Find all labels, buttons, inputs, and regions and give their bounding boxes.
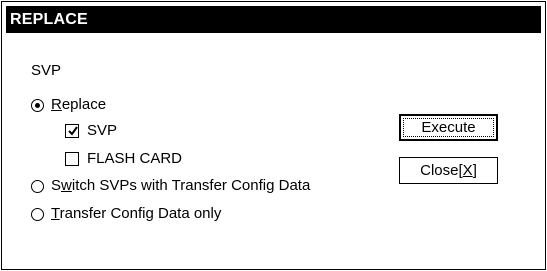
flash-card-checkbox-label: FLASH CARD [87, 150, 183, 167]
replace-radio-button[interactable] [31, 98, 44, 112]
switch-svps-radio-option[interactable]: Switch SVPs with Transfer Config Data [31, 177, 310, 195]
close-bracket-close: ] [472, 162, 477, 179]
close-label-text: Close [420, 162, 459, 179]
transfer-only-label-rest: ransfer Config Data only [59, 205, 222, 222]
close-button-label: Close[X] [420, 162, 477, 179]
dialog-title: REPLACE [6, 6, 541, 33]
replace-radio-option[interactable]: Replace [31, 96, 106, 114]
execute-button-label: Execute [421, 119, 476, 136]
close-accel-key: X [462, 162, 473, 179]
flash-card-checkbox[interactable] [65, 152, 79, 166]
svp-checkbox-label: SVP [87, 122, 118, 139]
flash-card-checkbox-option[interactable]: FLASH CARD [65, 150, 182, 168]
transfer-only-radio-button[interactable] [31, 207, 44, 221]
replace-label-rest: eplace [61, 96, 107, 113]
execute-button[interactable]: Execute [399, 114, 498, 141]
switch-svps-accel-key: w [61, 177, 72, 194]
switch-svps-radio-label: Switch SVPs with Transfer Config Data [51, 177, 310, 195]
close-button[interactable]: Close[X] [399, 157, 498, 184]
switch-svps-label-rest: itch SVPs with Transfer Config Data [71, 177, 311, 194]
checkmark-icon [68, 126, 78, 136]
replace-accel-key: R [51, 96, 62, 113]
switch-svps-radio-button[interactable] [31, 179, 44, 193]
replace-radio-label: Replace [51, 96, 106, 114]
switch-svps-label-prefix: S [51, 177, 62, 194]
replace-dialog: REPLACE SVP Replace SVP FLASH CARD Switc… [1, 1, 546, 270]
svp-checkbox[interactable] [65, 124, 79, 138]
transfer-only-radio-option[interactable]: Transfer Config Data only [31, 205, 221, 223]
group-label-svp: SVP [31, 62, 62, 79]
transfer-only-radio-label: Transfer Config Data only [51, 205, 221, 223]
transfer-only-accel-key: T [51, 205, 60, 222]
svp-checkbox-option[interactable]: SVP [65, 122, 117, 140]
